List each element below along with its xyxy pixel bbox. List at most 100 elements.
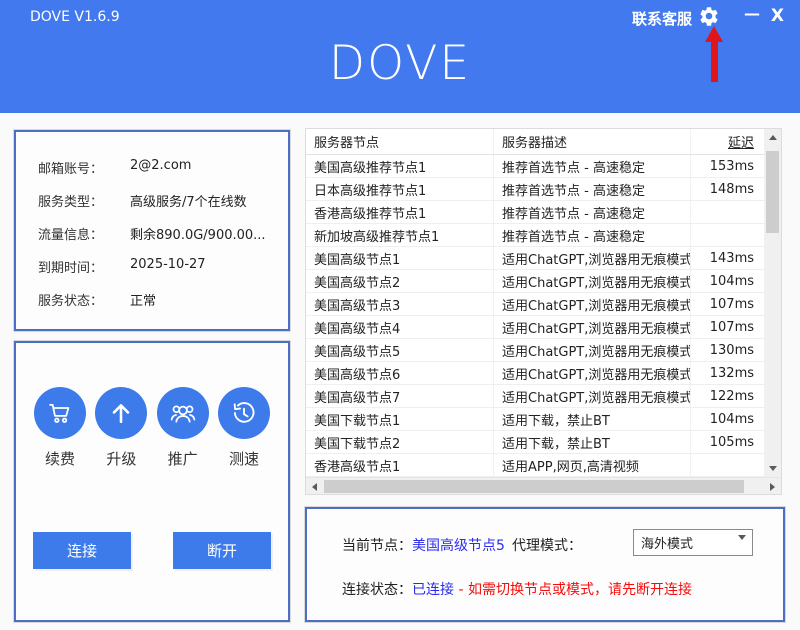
server-desc-cell: 适用ChatGPT,浏览器用无痕模式 [494, 247, 691, 269]
server-node-cell: 日本高级推荐节点1 [306, 178, 494, 200]
server-node-cell: 美国高级节点7 [306, 385, 494, 407]
account-info-panel: 邮箱账号：2@2.com服务类型：高级服务/7个在线数流量信息：剩余890.0G… [14, 130, 290, 331]
info-value: 高级服务/7个在线数 [130, 191, 247, 210]
server-latency-cell: 107ms [691, 320, 764, 335]
server-node-cell: 新加坡高级推荐节点1 [306, 224, 494, 246]
server-row[interactable]: 新加坡高级推荐节点1推荐首选节点 - 高速稳定 [306, 224, 764, 247]
vertical-scrollbar[interactable] [764, 129, 781, 477]
current-node-row: 当前节点：美国高级节点5 [342, 535, 505, 555]
server-desc-cell: 适用下载，禁止BT [494, 431, 691, 453]
server-desc-cell: 适用ChatGPT,浏览器用无痕模式 [494, 293, 691, 315]
arrow-up-icon [95, 387, 147, 439]
info-label: 流量信息： [38, 224, 130, 243]
server-latency-cell: 105ms [691, 435, 764, 450]
cart-icon [34, 387, 86, 439]
contact-support-button[interactable]: 联系客服 [632, 8, 692, 29]
action-label: 升级 [93, 448, 149, 469]
account-info-row: 服务类型：高级服务/7个在线数 [38, 191, 288, 210]
connection-status-row: 连接状态：已连接 - 如需切换节点或模式，请先断开连接 [342, 579, 692, 599]
app-version: DOVE V1.6.9 [30, 9, 120, 25]
brand-logo: DOVE [0, 36, 800, 91]
action-arrow-up[interactable]: 升级 [93, 387, 149, 469]
scroll-left-icon[interactable] [306, 478, 323, 495]
server-node-cell: 美国高级节点2 [306, 270, 494, 292]
server-node-cell: 美国下载节点2 [306, 431, 494, 453]
action-speed[interactable]: 测速 [216, 387, 272, 469]
disconnect-button[interactable]: 断开 [173, 532, 271, 569]
proxy-mode-label: 代理模式： [512, 535, 582, 555]
server-row[interactable]: 美国下载节点2适用下载，禁止BT105ms [306, 431, 764, 454]
info-value: 2@2.com [130, 158, 191, 177]
server-latency-cell: 104ms [691, 274, 764, 289]
server-latency-cell: 148ms [691, 182, 764, 197]
action-label: 续费 [32, 448, 88, 469]
connection-status-value: 已连接 [412, 582, 454, 598]
horizontal-scrollbar-thumb[interactable] [324, 480, 744, 493]
settings-gear-icon[interactable] [698, 5, 720, 27]
server-desc-cell: 推荐首选节点 - 高速稳定 [494, 178, 691, 200]
info-label: 服务状态： [38, 290, 130, 309]
annotation-arrow-up [703, 26, 725, 82]
server-node-cell: 美国高级节点6 [306, 362, 494, 384]
server-node-cell: 美国高级节点3 [306, 293, 494, 315]
connection-warning: - 如需切换节点或模式，请先断开连接 [458, 582, 692, 598]
connection-status-panel: 当前节点：美国高级节点5 代理模式： 海外模式 连接状态：已连接 - 如需切换节… [305, 507, 785, 622]
server-latency-cell: 122ms [691, 389, 764, 404]
action-label: 测速 [216, 448, 272, 469]
scroll-down-icon[interactable] [764, 460, 781, 477]
column-header-latency[interactable]: 延迟 [691, 132, 764, 151]
server-desc-cell: 适用APP,网页,高清视频 [494, 454, 691, 476]
proxy-mode-select[interactable]: 海外模式 [633, 529, 753, 556]
app-window: DOVE V1.6.9 DOVE 联系客服 — X 邮箱账号：2@2.com服务… [0, 0, 800, 630]
vertical-scrollbar-thumb[interactable] [766, 151, 779, 233]
title-bar: DOVE V1.6.9 DOVE 联系客服 — X [0, 0, 800, 113]
connect-button[interactable]: 连接 [33, 532, 131, 569]
info-value: 正常 [130, 290, 156, 309]
server-node-cell: 香港高级推荐节点1 [306, 201, 494, 223]
server-desc-cell: 适用ChatGPT,浏览器用无痕模式 [494, 316, 691, 338]
server-desc-cell: 适用ChatGPT,浏览器用无痕模式 [494, 385, 691, 407]
action-cart[interactable]: 续费 [32, 387, 88, 469]
server-table: 服务器节点 服务器描述 延迟 美国高级推荐节点1推荐首选节点 - 高速稳定153… [305, 128, 782, 495]
server-row[interactable]: 美国高级节点4适用ChatGPT,浏览器用无痕模式107ms [306, 316, 764, 339]
account-info-row: 到期时间：2025-10-27 [38, 257, 288, 276]
server-node-cell: 美国高级推荐节点1 [306, 155, 494, 177]
minimize-button[interactable]: — [744, 4, 760, 23]
server-node-cell: 美国高级节点5 [306, 339, 494, 361]
scroll-right-icon[interactable] [764, 478, 781, 495]
server-row[interactable]: 美国高级节点2适用ChatGPT,浏览器用无痕模式104ms [306, 270, 764, 293]
server-node-cell: 香港高级节点1 [306, 454, 494, 476]
account-info-row: 服务状态：正常 [38, 290, 288, 309]
server-row[interactable]: 美国高级节点1适用ChatGPT,浏览器用无痕模式143ms [306, 247, 764, 270]
server-row[interactable]: 美国高级节点5适用ChatGPT,浏览器用无痕模式130ms [306, 339, 764, 362]
chevron-down-icon [738, 540, 746, 555]
info-value: 剩余890.0G/900.00... [130, 224, 266, 243]
server-node-cell: 美国高级节点4 [306, 316, 494, 338]
server-desc-cell: 推荐首选节点 - 高速稳定 [494, 155, 691, 177]
speed-icon [218, 387, 270, 439]
scroll-up-icon[interactable] [764, 129, 781, 146]
column-header-node[interactable]: 服务器节点 [306, 129, 494, 154]
server-row[interactable]: 美国高级节点7适用ChatGPT,浏览器用无痕模式122ms [306, 385, 764, 408]
connection-status-label: 连接状态： [342, 582, 412, 598]
server-latency-cell: 130ms [691, 343, 764, 358]
server-latency-cell: 107ms [691, 297, 764, 312]
server-latency-cell: 153ms [691, 159, 764, 174]
column-header-desc[interactable]: 服务器描述 [494, 129, 691, 154]
server-row[interactable]: 美国高级节点6适用ChatGPT,浏览器用无痕模式132ms [306, 362, 764, 385]
info-label: 服务类型： [38, 191, 130, 210]
info-label: 到期时间： [38, 257, 130, 276]
server-row[interactable]: 香港高级推荐节点1推荐首选节点 - 高速稳定 [306, 201, 764, 224]
horizontal-scrollbar[interactable] [306, 477, 781, 494]
server-row[interactable]: 美国高级推荐节点1推荐首选节点 - 高速稳定153ms [306, 155, 764, 178]
server-row[interactable]: 美国高级节点3适用ChatGPT,浏览器用无痕模式107ms [306, 293, 764, 316]
server-row[interactable]: 日本高级推荐节点1推荐首选节点 - 高速稳定148ms [306, 178, 764, 201]
server-latency-cell: 132ms [691, 366, 764, 381]
close-button[interactable]: X [771, 6, 784, 26]
info-label: 邮箱账号： [38, 158, 130, 177]
actions-panel: 续费升级推广测速 连接 断开 [14, 341, 290, 622]
server-row[interactable]: 香港高级节点1适用APP,网页,高清视频 [306, 454, 764, 477]
action-people[interactable]: 推广 [155, 387, 211, 469]
info-value: 2025-10-27 [130, 257, 206, 276]
server-row[interactable]: 美国下载节点1适用下载，禁止BT104ms [306, 408, 764, 431]
